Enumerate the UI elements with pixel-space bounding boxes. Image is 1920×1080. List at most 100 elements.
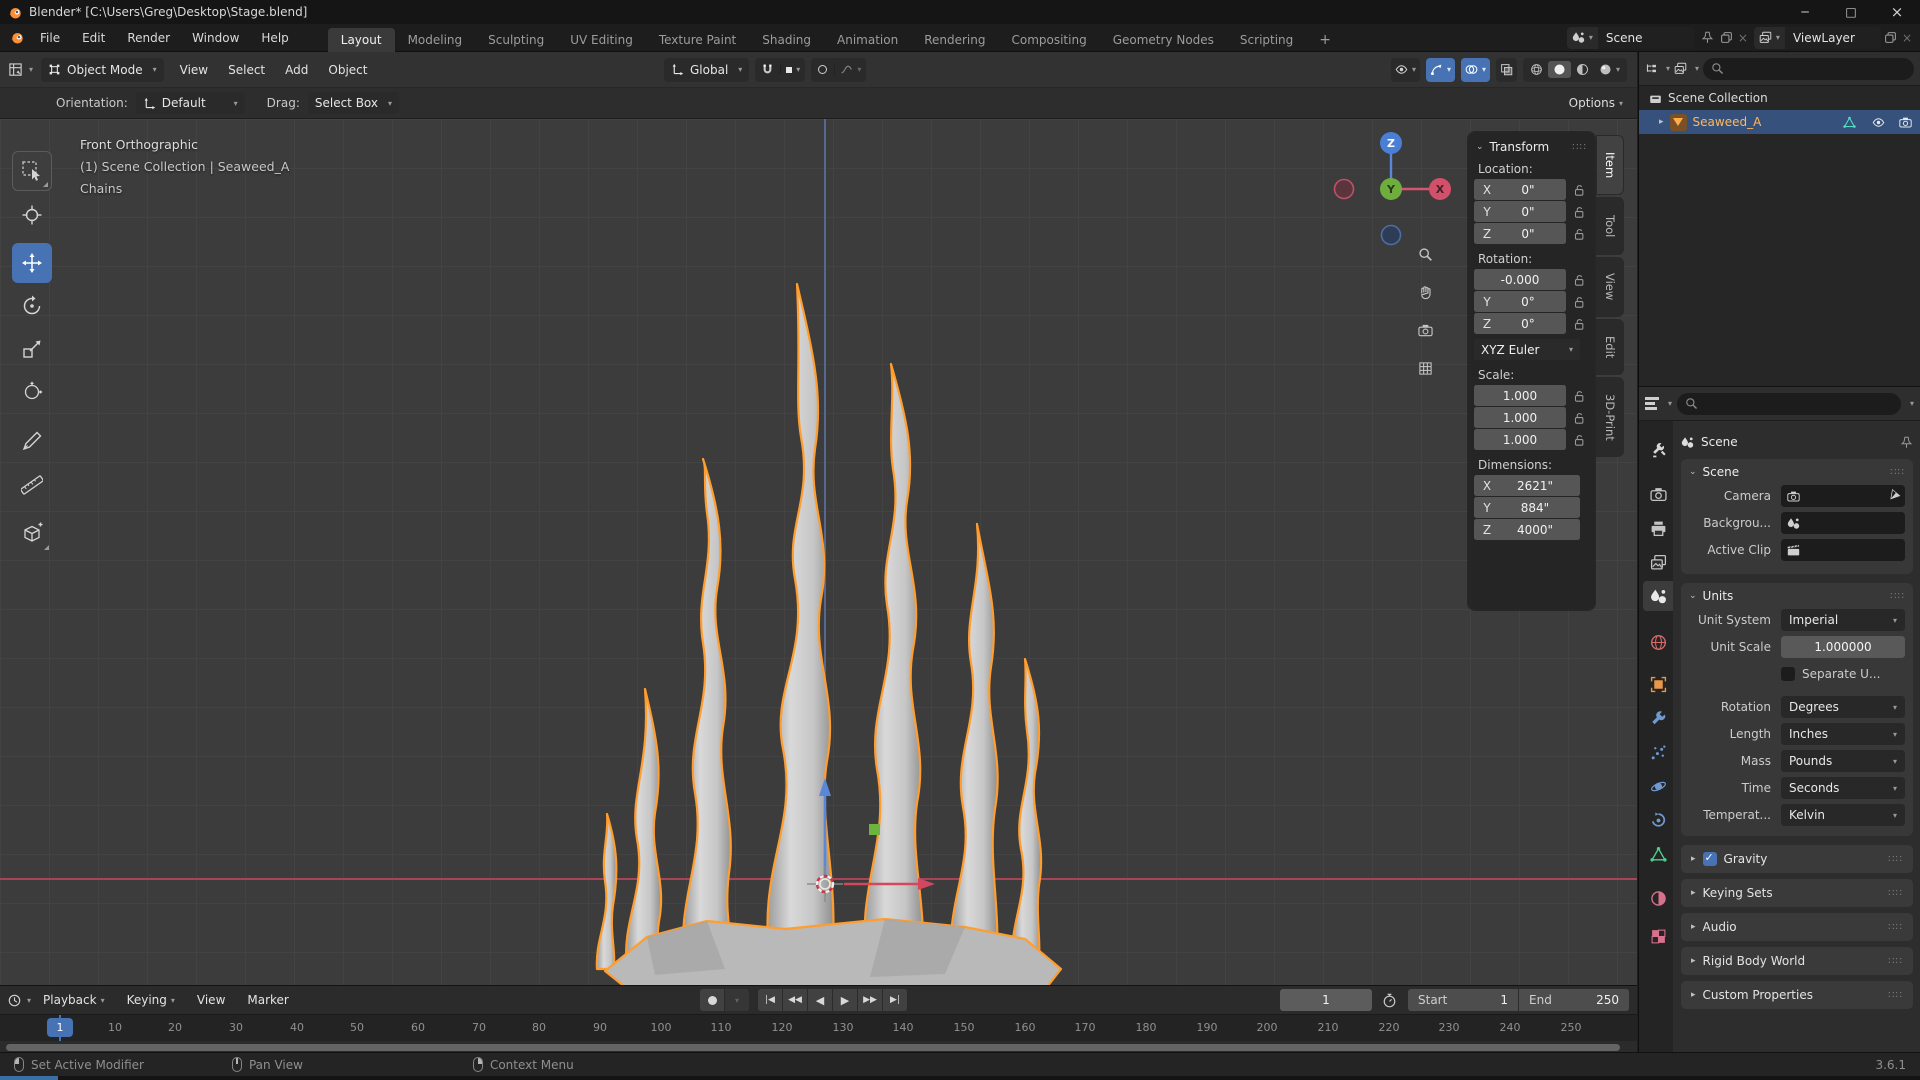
dimension-z-field[interactable]: Z 4000" bbox=[1474, 519, 1580, 540]
audio-panel[interactable]: ▸ Audio ∷∷ bbox=[1681, 913, 1913, 941]
shading-material-button[interactable] bbox=[1571, 63, 1594, 76]
workspace-tab-compositing[interactable]: Compositing bbox=[998, 28, 1099, 52]
lock-icon[interactable] bbox=[1572, 389, 1586, 403]
play-reverse-button[interactable]: ◀ bbox=[808, 989, 832, 1011]
lock-icon[interactable] bbox=[1572, 433, 1586, 447]
tab-texture[interactable] bbox=[1643, 921, 1673, 951]
unit-scale-field[interactable]: 1.000000 bbox=[1781, 636, 1905, 658]
next-keyframe-button[interactable]: ▶▶ bbox=[858, 989, 882, 1011]
location-y-field[interactable]: Y 0" bbox=[1474, 201, 1566, 222]
outliner-row-scene-collection[interactable]: Scene Collection bbox=[1639, 86, 1920, 110]
jump-to-start-button[interactable]: |◀ bbox=[758, 989, 782, 1011]
workspace-tab-scripting[interactable]: Scripting bbox=[1227, 28, 1306, 52]
add-workspace-button[interactable]: + bbox=[1306, 28, 1344, 52]
frame-end-field[interactable]: End 250 bbox=[1519, 989, 1629, 1011]
tab-scene[interactable] bbox=[1643, 581, 1673, 611]
gizmos-toggle[interactable]: ▾ bbox=[1425, 57, 1455, 82]
lock-icon[interactable] bbox=[1572, 273, 1586, 287]
length-unit-dropdown[interactable]: Inches ▾ bbox=[1781, 723, 1905, 745]
gravity-panel[interactable]: ▸ Gravity ∷∷ bbox=[1681, 845, 1913, 873]
viewport-menu-object[interactable]: Object bbox=[318, 63, 377, 77]
dimension-y-field[interactable]: Y 884" bbox=[1474, 497, 1580, 518]
menu-render[interactable]: Render bbox=[116, 24, 181, 52]
tab-object[interactable] bbox=[1643, 669, 1673, 699]
menu-edit[interactable]: Edit bbox=[71, 24, 116, 52]
overlays-toggle[interactable]: ▾ bbox=[1460, 57, 1490, 82]
lock-icon[interactable] bbox=[1572, 295, 1586, 309]
shading-rendered-button[interactable]: ▾ bbox=[1594, 63, 1625, 76]
drag-handle-icon[interactable]: ∷∷ bbox=[1888, 888, 1903, 899]
separate-units-checkbox[interactable] bbox=[1781, 667, 1795, 681]
tool-transform[interactable] bbox=[12, 372, 52, 412]
temperature-unit-dropdown[interactable]: Kelvin ▾ bbox=[1781, 804, 1905, 826]
scale-z-field[interactable]: 1.000 bbox=[1474, 429, 1566, 450]
close-button[interactable]: × bbox=[1874, 0, 1920, 24]
workspace-tab-shading[interactable]: Shading bbox=[749, 28, 824, 52]
ortho-grid-icon[interactable] bbox=[1418, 361, 1433, 376]
rigid-body-world-panel[interactable]: ▸ Rigid Body World ∷∷ bbox=[1681, 947, 1913, 975]
proportional-falloff-dropdown[interactable]: ▾ bbox=[834, 63, 866, 76]
camera-field[interactable]: ⧩ bbox=[1781, 485, 1905, 507]
npanel-tab-3dprint[interactable]: 3D-Print bbox=[1597, 378, 1623, 456]
keying-dropdown[interactable]: ▾ bbox=[725, 989, 749, 1011]
filter-dropdown-icon[interactable]: ▾ bbox=[1910, 399, 1914, 408]
workspace-tab-sculpting[interactable]: Sculpting bbox=[475, 28, 557, 52]
menu-view[interactable]: View bbox=[187, 993, 235, 1007]
location-z-field[interactable]: Z 0" bbox=[1474, 223, 1566, 244]
tab-constraints[interactable] bbox=[1643, 805, 1673, 835]
tab-modifiers[interactable] bbox=[1643, 703, 1673, 733]
expand-arrow-icon[interactable]: ▸ bbox=[1659, 117, 1664, 127]
menu-marker[interactable]: Marker bbox=[237, 993, 298, 1007]
location-x-field[interactable]: X 0" bbox=[1474, 179, 1566, 200]
rotation-mode-dropdown[interactable]: XYZ Euler ▾ bbox=[1474, 339, 1580, 360]
viewport-menu-select[interactable]: Select bbox=[218, 63, 275, 77]
current-frame-field[interactable]: 1 bbox=[1280, 989, 1372, 1011]
tab-render[interactable] bbox=[1643, 479, 1673, 509]
outliner-search-input[interactable] bbox=[1703, 57, 1914, 80]
drag-mode-dropdown[interactable]: Select Box ▾ bbox=[307, 92, 400, 114]
snap-toggle[interactable] bbox=[755, 63, 780, 76]
rotation-unit-dropdown[interactable]: Degrees ▾ bbox=[1781, 696, 1905, 718]
outliner-editor-icon[interactable] bbox=[1645, 62, 1658, 75]
editor-type-button[interactable]: ▾ bbox=[8, 62, 33, 77]
gravity-checkbox[interactable] bbox=[1702, 851, 1717, 866]
maximize-button[interactable]: □ bbox=[1828, 0, 1874, 24]
workspace-tab-rendering[interactable]: Rendering bbox=[911, 28, 998, 52]
xray-toggle[interactable] bbox=[1495, 57, 1517, 82]
navigation-gizmo[interactable]: Z X Y bbox=[1330, 129, 1454, 253]
copy-scene-icon[interactable] bbox=[1720, 31, 1733, 44]
rotation-z-field[interactable]: Z 0° bbox=[1474, 313, 1566, 334]
drag-handle-icon[interactable]: ∷∷ bbox=[1888, 956, 1903, 967]
blender-menu-icon[interactable] bbox=[10, 30, 25, 45]
tab-physics[interactable] bbox=[1643, 771, 1673, 801]
pan-hand-icon[interactable] bbox=[1418, 285, 1433, 300]
mode-dropdown[interactable]: Object Mode ▾ bbox=[41, 57, 164, 82]
workspace-tab-texture-paint[interactable]: Texture Paint bbox=[646, 28, 749, 52]
menu-playback[interactable]: Playback ▾ bbox=[33, 993, 115, 1007]
viewlayer-name[interactable]: ViewLayer bbox=[1784, 26, 1881, 49]
menu-window[interactable]: Window bbox=[181, 24, 250, 52]
workspace-tab-geometry-nodes[interactable]: Geometry Nodes bbox=[1100, 28, 1227, 52]
custom-properties-panel[interactable]: ▸ Custom Properties ∷∷ bbox=[1681, 981, 1913, 1009]
remove-viewlayer-icon[interactable]: × bbox=[1902, 31, 1912, 45]
tab-output[interactable] bbox=[1643, 513, 1673, 543]
scale-x-field[interactable]: 1.000 bbox=[1474, 385, 1566, 406]
tab-world[interactable] bbox=[1643, 627, 1673, 657]
background-scene-field[interactable] bbox=[1781, 512, 1905, 534]
camera-view-icon[interactable] bbox=[1418, 323, 1433, 338]
time-unit-dropdown[interactable]: Seconds ▾ bbox=[1781, 777, 1905, 799]
drag-handle-icon[interactable]: ∷∷ bbox=[1888, 990, 1903, 1001]
pin-icon[interactable] bbox=[1900, 436, 1913, 449]
visibility-dropdown[interactable]: ▾ bbox=[1390, 57, 1420, 82]
tool-tweak-select[interactable] bbox=[12, 151, 52, 191]
frame-start-field[interactable]: Start 1 bbox=[1408, 989, 1518, 1011]
scrollbar-thumb[interactable] bbox=[6, 1044, 1620, 1051]
shading-solid-button[interactable] bbox=[1547, 61, 1571, 78]
hide-eye-icon[interactable] bbox=[1872, 116, 1885, 129]
npanel-tab-item[interactable]: Item bbox=[1597, 136, 1623, 194]
proportional-editing-toggle[interactable] bbox=[811, 65, 834, 74]
npanel-tab-tool[interactable]: Tool bbox=[1597, 198, 1623, 254]
scene-selector[interactable]: ▾ Scene bbox=[1566, 26, 1694, 49]
menu-keying[interactable]: Keying ▾ bbox=[117, 993, 185, 1007]
tab-material[interactable] bbox=[1643, 883, 1673, 913]
